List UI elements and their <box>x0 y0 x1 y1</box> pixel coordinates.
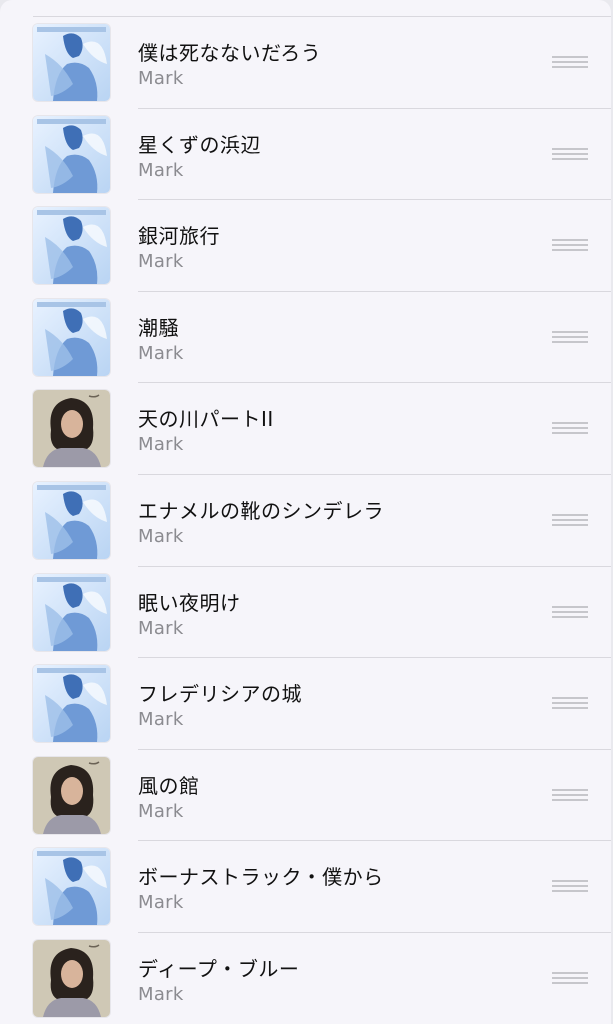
album-artwork <box>33 298 110 376</box>
album-artwork <box>33 481 110 559</box>
album-artwork <box>33 665 110 743</box>
blue-cover-art <box>33 848 110 926</box>
reorder-handle-icon[interactable] <box>552 971 588 986</box>
portrait-cover-art <box>33 390 110 468</box>
track-row[interactable]: エナメルの靴のシンデレラ Mark <box>0 475 611 567</box>
track-title: 銀河旅行 <box>138 224 220 249</box>
track-title: フレデリシアの城 <box>138 682 302 707</box>
track-row[interactable]: 風の館 Mark <box>0 750 611 842</box>
track-title: エナメルの靴のシンデレラ <box>138 498 384 523</box>
track-title: ディープ・ブルー <box>138 956 300 981</box>
album-artwork <box>33 848 110 926</box>
reorder-handle-icon[interactable] <box>552 147 588 162</box>
reorder-handle-icon[interactable] <box>552 697 588 711</box>
track-title: 潮騒 <box>138 315 179 340</box>
blue-cover-art <box>33 115 110 193</box>
blue-cover-art <box>33 207 110 285</box>
track-artist: Mark <box>138 892 184 914</box>
track-row[interactable]: 銀河旅行 Mark <box>0 200 611 292</box>
track-row[interactable]: ボーナストラック・僕から Mark <box>0 841 611 933</box>
up-next-sheet: 僕は死なないだろう Mark 星くずの浜辺 Mark 銀河旅行 Mark 潮騒 … <box>0 0 611 1024</box>
reorder-handle-icon[interactable] <box>552 513 588 528</box>
track-row[interactable]: 星くずの浜辺 Mark <box>0 109 611 201</box>
album-artwork <box>33 24 110 101</box>
track-artist: Mark <box>138 342 184 364</box>
blue-cover-art <box>33 481 110 559</box>
track-artist: Mark <box>138 983 184 1005</box>
track-title: 僕は死なないだろう <box>138 41 322 65</box>
track-artist: Mark <box>138 434 184 456</box>
track-artist: Mark <box>138 68 184 89</box>
blue-cover-art <box>33 573 110 651</box>
track-artist: Mark <box>138 709 184 731</box>
reorder-handle-icon[interactable] <box>552 880 588 894</box>
track-artist: Mark <box>138 617 184 639</box>
album-artwork <box>33 756 110 834</box>
track-row[interactable]: 僕は死なないだろう Mark <box>0 17 611 109</box>
track-title: ボーナストラック・僕から <box>138 865 384 890</box>
track-row[interactable]: 潮騒 Mark <box>0 292 611 384</box>
track-row[interactable]: フレデリシアの城 Mark <box>0 658 611 750</box>
album-artwork <box>33 939 110 1017</box>
blue-cover-art <box>33 24 110 101</box>
track-title: 天の川パートII <box>138 407 274 432</box>
track-title: 星くずの浜辺 <box>138 132 261 157</box>
track-title: 眠い夜明け <box>138 590 241 615</box>
album-artwork <box>33 207 110 285</box>
track-list: 僕は死なないだろう Mark 星くずの浜辺 Mark 銀河旅行 Mark 潮騒 … <box>0 17 611 1024</box>
portrait-cover-art <box>33 756 110 834</box>
track-artist: Mark <box>138 525 184 547</box>
reorder-handle-icon[interactable] <box>552 56 588 70</box>
track-row[interactable]: ディープ・ブルー Mark <box>0 933 611 1024</box>
reorder-handle-icon[interactable] <box>552 788 588 803</box>
track-artist: Mark <box>138 159 184 181</box>
blue-cover-art <box>33 665 110 743</box>
reorder-handle-icon[interactable] <box>552 239 588 253</box>
track-artist: Mark <box>138 251 184 273</box>
reorder-handle-icon[interactable] <box>552 605 588 620</box>
track-row[interactable]: 眠い夜明け Mark <box>0 567 611 659</box>
album-artwork <box>33 115 110 193</box>
track-artist: Mark <box>138 800 184 822</box>
portrait-cover-art <box>33 939 110 1017</box>
reorder-handle-icon[interactable] <box>552 330 588 345</box>
reorder-handle-icon[interactable] <box>552 422 588 436</box>
track-row[interactable]: 天の川パートII Mark <box>0 383 611 475</box>
album-artwork <box>33 390 110 468</box>
blue-cover-art <box>33 298 110 376</box>
album-artwork <box>33 573 110 651</box>
track-title: 風の館 <box>138 773 200 798</box>
